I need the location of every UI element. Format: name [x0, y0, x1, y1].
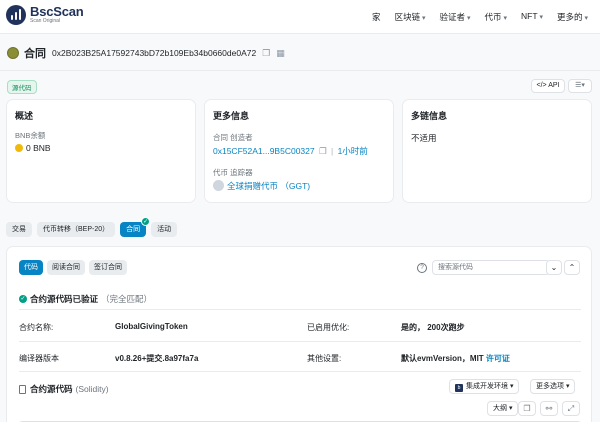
verified-heading: ✓ 合约源代码已验证 （完全匹配）: [19, 294, 153, 304]
language-label: (Solidity): [75, 384, 109, 394]
balance-label: BNB余额: [15, 131, 46, 140]
list-options-button[interactable]: ☰▾: [568, 79, 592, 93]
creator-row: 0x15CF52A1...9B5C00327 ❐ | 1小时前: [213, 146, 368, 156]
more-options-button[interactable]: 更多选项 ▾: [530, 379, 576, 394]
more-info-title: 更多信息: [213, 111, 250, 121]
page-title: 合同: [24, 48, 46, 60]
nav-blockchain[interactable]: 区块链: [395, 11, 426, 23]
subtab-code[interactable]: 代码: [19, 260, 43, 275]
source-code-badge[interactable]: 源代码: [7, 80, 37, 94]
address-avatar: [7, 47, 19, 59]
list-icon: ☰▾: [575, 82, 585, 89]
main-nav: 家 区块链 验证者 代币 NFT 更多的: [372, 11, 588, 23]
bscscan-logo[interactable]: BscScan Scan Original: [6, 5, 84, 25]
token-logo-icon: [213, 180, 224, 191]
main-tabs: 交易 代币转移（BEP-20） 合同 ✓ 活动: [6, 217, 178, 237]
creator-address-link[interactable]: 0x15CF52A1...9B5C00327: [213, 146, 315, 156]
tracker-row: 全球捐赠代币 （GGT): [213, 180, 310, 192]
contract-address: 0x2B023B25A17592743bD72b109Eb34b0660de0A…: [52, 48, 257, 58]
multichain-value: 不适用: [411, 133, 437, 143]
more-info-card: 更多信息 合同 创造者 0x15CF52A1...9B5C00327 ❐ | 1…: [204, 99, 394, 203]
balance-value: 0 BNB: [15, 143, 51, 153]
exact-match-note: （完全匹配）: [101, 294, 153, 304]
divider: [0, 70, 600, 71]
nav-nft[interactable]: NFT: [521, 11, 543, 23]
compiler-value: v0.8.26+提交.8a97fa7a: [115, 354, 199, 363]
help-icon[interactable]: ?: [417, 263, 427, 273]
subtab-write-contract[interactable]: 签订合同: [89, 260, 127, 275]
tab-transactions[interactable]: 交易: [6, 222, 32, 237]
chevron-down-icon[interactable]: ⌄: [546, 260, 562, 275]
tab-events[interactable]: 活动: [151, 222, 178, 237]
overview-card: 概述 BNB余额 0 BNB: [6, 99, 196, 203]
title-row: 合同 0x2B023B25A17592743bD72b109Eb34b0660d…: [7, 45, 285, 61]
qr-code-icon[interactable]: ▦: [276, 48, 285, 59]
multichain-card: 多链信息 不适用: [402, 99, 592, 203]
bnb-coin-icon: [15, 144, 23, 152]
token-tracker-link[interactable]: 全球捐赠代币 （GGT): [227, 181, 310, 191]
ide-dropdown-button[interactable]: b 集成开发环境 ▾: [449, 379, 520, 394]
copy-icon[interactable]: ❐: [518, 401, 536, 416]
outline-button[interactable]: 大纲 ▾: [487, 401, 519, 416]
ide-icon: b: [455, 384, 463, 392]
other-settings-label: 其他设置:: [307, 354, 342, 363]
logo-icon: [6, 5, 26, 25]
nav-validators[interactable]: 验证者: [440, 11, 471, 23]
expand-icon[interactable]: ⤢: [562, 401, 580, 416]
source-code-heading: 合约源代码 (Solidity): [19, 383, 109, 395]
divider: [19, 309, 581, 310]
tab-token-transfers[interactable]: 代币转移（BEP-20）: [37, 222, 116, 237]
brand-sub: Scan Original: [30, 18, 61, 24]
nav-tokens[interactable]: 代币: [485, 11, 507, 23]
nav-home[interactable]: 家: [372, 11, 381, 23]
copy-icon[interactable]: ❐: [262, 48, 270, 59]
brand-name: BscScan: [30, 4, 84, 19]
chevron-up-icon[interactable]: ⌃: [564, 260, 580, 275]
tab-contract[interactable]: 合同 ✓: [120, 217, 151, 237]
contract-name-value: GlobalGivingToken: [115, 322, 188, 331]
contract-panel: 代码 阅读合同 签订合同 ? 搜索源代码 ⌄ ⌃ ✓ 合约源代码已验证 （完全匹配…: [6, 246, 592, 422]
top-header: BscScan Scan Original 家 区块链 验证者 代币 NFT 更…: [0, 0, 600, 34]
overview-title: 概述: [15, 111, 34, 121]
verified-check-icon: ✓: [141, 217, 151, 226]
tracker-label: 代币 追踪器: [213, 168, 253, 177]
divider: [19, 371, 581, 372]
license-link[interactable]: 许可证: [486, 354, 510, 363]
api-button[interactable]: </> API: [531, 79, 565, 93]
contract-name-label: 合约名称:: [19, 323, 54, 332]
source-search-input[interactable]: 搜索源代码: [432, 260, 550, 275]
copy-icon[interactable]: ❐: [319, 146, 327, 156]
other-settings-value: 默认evmVersion，MIT 许可证: [401, 354, 510, 363]
divider: [19, 341, 581, 342]
compiler-label: 编译器版本: [19, 354, 59, 363]
subtab-read-contract[interactable]: 阅读合同: [47, 260, 85, 275]
contract-subtabs: 代码 阅读合同 签订合同: [19, 260, 127, 275]
check-circle-icon: ✓: [19, 295, 27, 303]
optimization-label: 已启用优化:: [307, 323, 350, 332]
multichain-title: 多链信息: [411, 111, 448, 121]
optimization-value: 是的， 200次跑步: [401, 323, 465, 332]
creator-time-link[interactable]: 1小时前: [338, 146, 368, 156]
creator-label: 合同 创造者: [213, 133, 253, 142]
nav-more[interactable]: 更多的: [557, 11, 588, 23]
file-icon: [19, 384, 26, 394]
link-icon[interactable]: ⚯: [540, 401, 558, 416]
